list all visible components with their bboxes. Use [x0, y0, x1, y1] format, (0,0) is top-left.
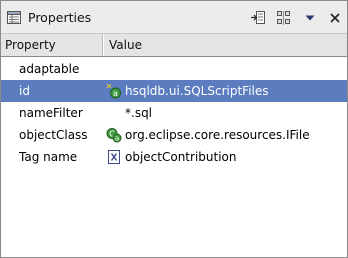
- view-menu-button[interactable]: [299, 7, 321, 29]
- property-value: *.sql: [125, 106, 153, 120]
- properties-view: Properties Property Value adaptable id a…: [0, 0, 348, 258]
- view-titlebar: Properties: [1, 1, 347, 34]
- property-name: adaptable: [19, 62, 80, 76]
- close-icon: [330, 13, 340, 23]
- property-name: objectClass: [19, 128, 88, 142]
- extension-id-icon: a: [106, 83, 122, 99]
- table-row[interactable]: nameFilter *.sql: [1, 102, 347, 124]
- table-row[interactable]: id a hsqldb.ui.SQLScriptFiles: [1, 80, 347, 102]
- table-header: Property Value: [1, 34, 347, 57]
- table-row[interactable]: adaptable: [1, 58, 347, 80]
- chevron-down-icon: [305, 15, 315, 21]
- show-advanced-button[interactable]: [273, 7, 295, 29]
- table-row[interactable]: objectClass C a org.eclipse.core.resourc…: [1, 124, 347, 146]
- column-header-value[interactable]: Value: [103, 34, 347, 56]
- property-value: org.eclipse.core.resources.IFile: [125, 128, 310, 142]
- properties-view-icon: [7, 11, 21, 24]
- property-value: objectContribution: [125, 150, 237, 164]
- column-header-property[interactable]: Property: [1, 34, 103, 56]
- table-row[interactable]: Tag name objectContribution: [1, 146, 347, 168]
- property-value: hsqldb.ui.SQLScriptFiles: [125, 84, 269, 98]
- svg-text:a: a: [115, 135, 119, 143]
- close-view-button[interactable]: [324, 7, 346, 29]
- svg-text:a: a: [113, 89, 118, 98]
- advanced-properties-icon: [277, 11, 290, 25]
- categories-icon: [251, 11, 265, 24]
- show-categories-button[interactable]: [247, 7, 269, 29]
- property-name: id: [19, 84, 30, 98]
- class-icon: C a: [106, 127, 122, 143]
- property-table-body: adaptable id a hsqldb.ui.SQLScriptFiles …: [1, 58, 347, 168]
- property-name: nameFilter: [19, 106, 83, 120]
- view-title: Properties: [28, 10, 92, 25]
- xml-element-icon: [106, 149, 122, 165]
- property-name: Tag name: [19, 150, 78, 164]
